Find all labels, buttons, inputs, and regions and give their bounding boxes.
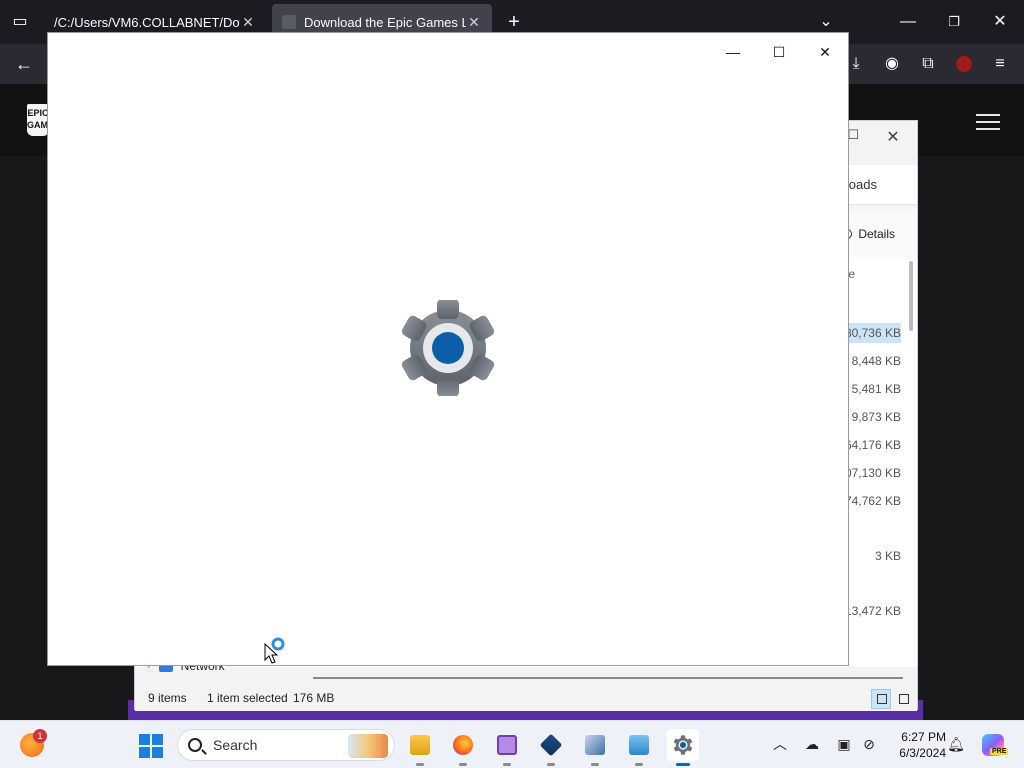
start-button[interactable] — [139, 734, 163, 758]
remote-desktop-taskbar-button[interactable] — [623, 729, 655, 766]
new-tab-button[interactable]: + — [500, 8, 528, 36]
extensions-icon[interactable]: ⧉ — [914, 50, 942, 78]
database-tool-icon — [585, 735, 605, 755]
details-button[interactable]: Details — [842, 227, 895, 241]
notepad-taskbar-button[interactable] — [491, 729, 523, 766]
back-arrow-icon[interactable]: ← — [10, 50, 38, 78]
windows-logo-icon-part — [152, 747, 163, 758]
virtualbox-icon — [539, 733, 563, 757]
epic-games-logo[interactable]: EPIC GAMES — [27, 104, 60, 136]
settings-gear-icon — [673, 735, 693, 755]
hamburger-menu-icon[interactable] — [976, 110, 1000, 132]
status-item-count: 9 items — [148, 691, 187, 705]
windows-logo-icon — [139, 734, 150, 745]
firefox-icon — [453, 735, 473, 755]
file-explorer-taskbar-button[interactable] — [404, 729, 436, 766]
taskbar: 1 Search ︿ ☁ ▣ ⊘ 6:27 PM 6/3/2024 🔔︎ PRE — [0, 720, 1024, 768]
clock-date: 6/3/2024 — [899, 746, 946, 760]
running-indicator — [459, 763, 467, 766]
explorer-maximize-icon[interactable]: ☐ — [847, 127, 859, 143]
status-selected: 1 item selected — [207, 691, 288, 705]
vertical-scrollbar[interactable] — [909, 261, 913, 331]
onedrive-offline-icon[interactable]: ☁ — [803, 735, 821, 753]
clock-time: 6:27 PM — [901, 730, 946, 744]
minimize-button[interactable]: — — [710, 37, 756, 67]
system-clock[interactable]: 6:27 PM 6/3/2024 — [884, 729, 946, 761]
tab-overview-icon[interactable]: ▭ — [6, 8, 34, 36]
windows-logo-icon-part — [152, 734, 163, 745]
search-label: Search — [213, 737, 258, 753]
show-hidden-icons-chevron-icon[interactable]: ︿ — [771, 735, 789, 753]
account-icon[interactable]: ◉ — [878, 50, 906, 78]
tiles-view-icon — [899, 694, 909, 704]
windows-logo-icon-part — [139, 747, 150, 758]
details-label: Details — [858, 227, 895, 241]
list-view-icon — [877, 694, 887, 704]
running-indicator — [503, 763, 511, 766]
preview-badge: PRE — [990, 748, 1009, 755]
sql-tool-taskbar-button[interactable] — [579, 729, 611, 766]
maximize-button[interactable]: ☐ — [756, 37, 802, 67]
search-icon — [188, 738, 202, 752]
browser-restore-button[interactable]: ❐ — [940, 8, 968, 36]
browser-minimize-button[interactable]: — — [894, 8, 922, 36]
tab-close-icon[interactable]: ✕ — [240, 14, 256, 30]
running-indicator — [635, 763, 643, 766]
firefox-taskbar-button[interactable] — [447, 729, 479, 766]
busy-cursor-icon — [264, 637, 285, 664]
tab-list-chevron-icon[interactable]: ⌄ — [812, 8, 840, 36]
network-status-icon[interactable]: ⊘ — [860, 735, 878, 753]
virtualbox-taskbar-button[interactable] — [535, 729, 567, 766]
tab-title: Download the Epic Games Laur — [304, 14, 466, 30]
horizontal-scrollbar[interactable] — [313, 677, 903, 679]
explorer-status-bar: 9 items 1 item selected 176 MB — [135, 687, 917, 711]
tab-title: /C:/Users/VM6.COLLABNET/Downl — [54, 14, 240, 30]
folder-icon — [410, 735, 430, 755]
tiles-view-button[interactable] — [893, 689, 913, 709]
close-button[interactable]: ✕ — [802, 37, 848, 67]
running-indicator — [591, 763, 599, 766]
status-size: 176 MB — [293, 691, 335, 705]
tab-close-icon[interactable]: ✕ — [466, 14, 482, 30]
epic-favicon-icon — [282, 15, 296, 29]
explorer-close-icon[interactable]: ✕ — [883, 127, 903, 147]
browser-close-button[interactable]: ✕ — [986, 8, 1014, 36]
notepad-icon — [497, 735, 517, 755]
notification-badge: 1 — [33, 729, 47, 743]
settings-taskbar-button[interactable] — [667, 729, 699, 766]
running-indicator — [416, 763, 424, 766]
breadcrumb[interactable]: oads — [849, 177, 877, 192]
active-indicator — [676, 763, 690, 766]
app-menu-icon[interactable]: ≡ — [986, 50, 1014, 78]
taskbar-search-box[interactable]: Search — [177, 729, 395, 761]
ublock-icon[interactable] — [950, 50, 978, 78]
settings-gear-icon — [401, 300, 495, 396]
running-indicator — [547, 763, 555, 766]
notification-bell-icon[interactable]: 🔔︎ — [947, 735, 965, 753]
remote-desktop-icon — [629, 735, 649, 755]
display-icon[interactable]: ▣ — [835, 735, 853, 753]
details-view-button[interactable] — [871, 689, 891, 709]
search-highlight-icon — [348, 734, 388, 758]
